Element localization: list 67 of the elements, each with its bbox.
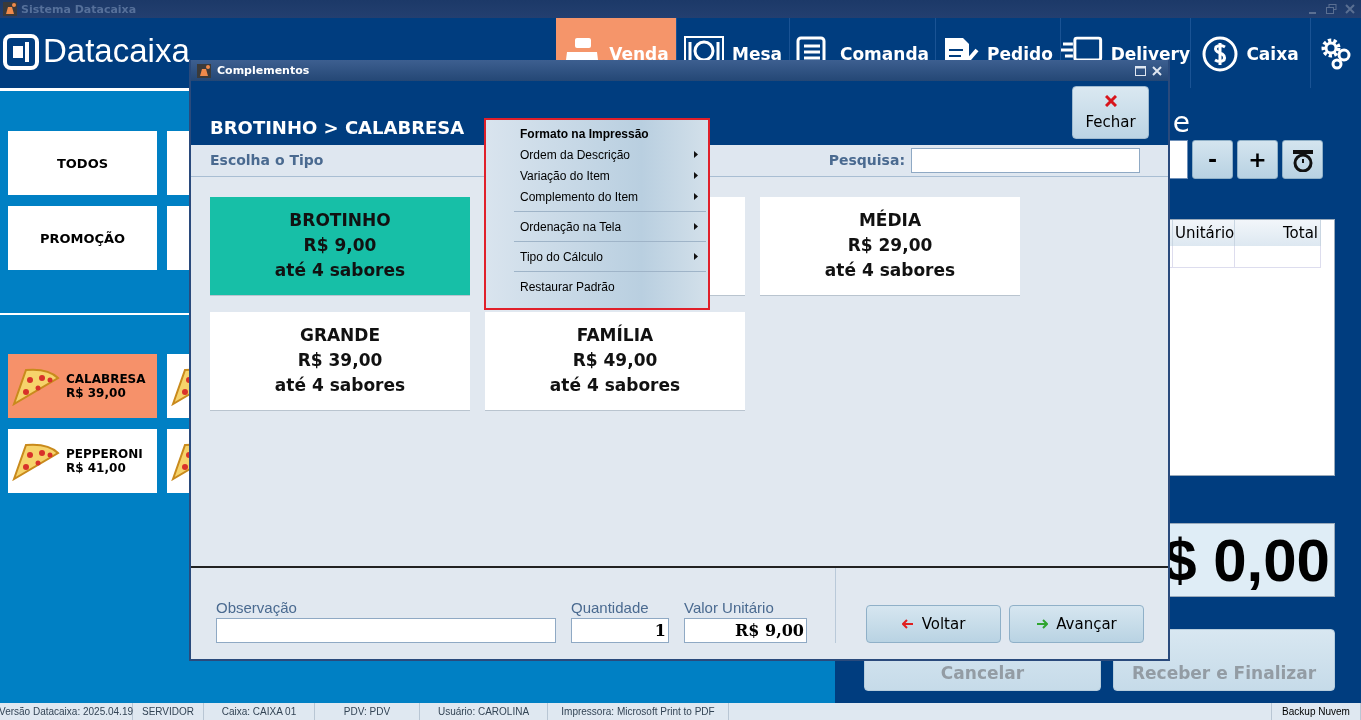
submenu-arrow-icon bbox=[694, 172, 698, 179]
settings-icon[interactable] bbox=[1319, 36, 1353, 70]
app-icon bbox=[3, 2, 17, 16]
close-icon bbox=[1104, 94, 1117, 107]
status-item: Versão Datacaixa: 2025.04.19 bbox=[0, 703, 133, 720]
category-tile[interactable]: TODOS bbox=[8, 131, 157, 195]
menu-item[interactable]: Tipo do Cálculo bbox=[488, 246, 706, 267]
product-tile[interactable]: CALABRESA R$ 39,00 bbox=[8, 354, 157, 418]
size-card[interactable]: MÉDIA R$ 29,00 até 4 sabores bbox=[760, 196, 1020, 296]
product-name: PEPPERONI bbox=[66, 447, 143, 461]
field-label: Observação bbox=[216, 599, 298, 616]
size-card[interactable]: BROTINHO R$ 9,00 até 4 sabores bbox=[210, 196, 470, 296]
menu-item[interactable]: Complemento do Item bbox=[488, 186, 706, 207]
submenu-arrow-icon bbox=[694, 223, 698, 230]
submenu-arrow-icon bbox=[694, 151, 698, 158]
submenu-arrow-icon bbox=[694, 253, 698, 260]
status-item: Impressora: Microsoft Print to PDF bbox=[548, 703, 729, 720]
nav-button[interactable]: Voltar bbox=[866, 605, 1001, 643]
menu-item[interactable]: Ordem da Descrição bbox=[488, 144, 706, 165]
nav-button[interactable]: Avançar bbox=[1009, 605, 1144, 643]
column-header[interactable]: Unitário bbox=[1173, 220, 1235, 246]
menu-item[interactable]: Variação do Item bbox=[488, 165, 706, 186]
logo-text: Datacaixa bbox=[43, 34, 190, 67]
status-item: Backup Nuvem bbox=[1272, 703, 1361, 720]
dialog-title: Complementos bbox=[217, 64, 310, 78]
submenu-arrow-icon bbox=[694, 193, 698, 200]
field-label: Quantidade bbox=[571, 599, 650, 616]
section-title: Escolha o Tipo bbox=[210, 152, 324, 169]
pizza-slice-icon bbox=[12, 441, 60, 481]
breadcrumb: BROTINHO > CALABRESA bbox=[210, 117, 465, 139]
search-label: Pesquisa: bbox=[828, 152, 905, 169]
scale-button[interactable] bbox=[1282, 140, 1323, 179]
minus-button[interactable]: - bbox=[1192, 140, 1233, 179]
pizza-slice-icon bbox=[12, 366, 60, 406]
size-card[interactable]: FAMÍLIA R$ 49,00 até 4 sabores bbox=[485, 311, 745, 411]
menu-item[interactable]: Restaurar Padrão bbox=[488, 276, 706, 297]
field-label: Valor Unitário bbox=[684, 599, 775, 616]
menu-item[interactable]: Ordenação na Tela bbox=[488, 216, 706, 237]
panel-heading: e bbox=[1171, 108, 1190, 138]
product-name: CALABRESA bbox=[66, 372, 146, 386]
status-item: Usuário: CAROLINA bbox=[420, 703, 548, 720]
search-field[interactable] bbox=[911, 147, 1140, 173]
logo-icon bbox=[3, 34, 39, 70]
product-tile[interactable]: PEPPERONI R$ 41,00 bbox=[8, 429, 157, 493]
size-card[interactable]: GRANDE R$ 39,00 até 4 sabores bbox=[210, 311, 470, 411]
product-price: R$ 41,00 bbox=[66, 461, 127, 475]
column-header[interactable]: Total bbox=[1235, 220, 1321, 246]
table-cell bbox=[1173, 246, 1235, 268]
status-item: SERVIDOR bbox=[133, 703, 204, 720]
product-price: R$ 39,00 bbox=[66, 386, 127, 400]
left-arrow-icon bbox=[901, 619, 914, 629]
right-arrow-icon bbox=[1036, 619, 1049, 629]
scale-icon bbox=[1290, 147, 1315, 172]
window-title: Sistema Datacaixa bbox=[21, 2, 137, 16]
maximize-icon[interactable] bbox=[1135, 65, 1146, 76]
status-item: Caixa: CAIXA 01 bbox=[204, 703, 315, 720]
category-tile[interactable]: PROMOÇÃO bbox=[8, 206, 157, 270]
unit-price-field[interactable]: R$ 9,00 bbox=[684, 618, 807, 643]
restore-icon[interactable] bbox=[1326, 4, 1337, 14]
close-button[interactable]: Fechar bbox=[1072, 86, 1149, 140]
observation-field[interactable] bbox=[216, 618, 556, 643]
app-icon bbox=[197, 63, 211, 78]
menu-item[interactable]: Formato na Impressão bbox=[488, 123, 706, 144]
status-item: PDV: PDV bbox=[315, 703, 420, 720]
dollar-coin-icon bbox=[1202, 36, 1239, 72]
plus-button[interactable]: + bbox=[1237, 140, 1278, 179]
quantity-field[interactable]: 1 bbox=[571, 618, 669, 643]
